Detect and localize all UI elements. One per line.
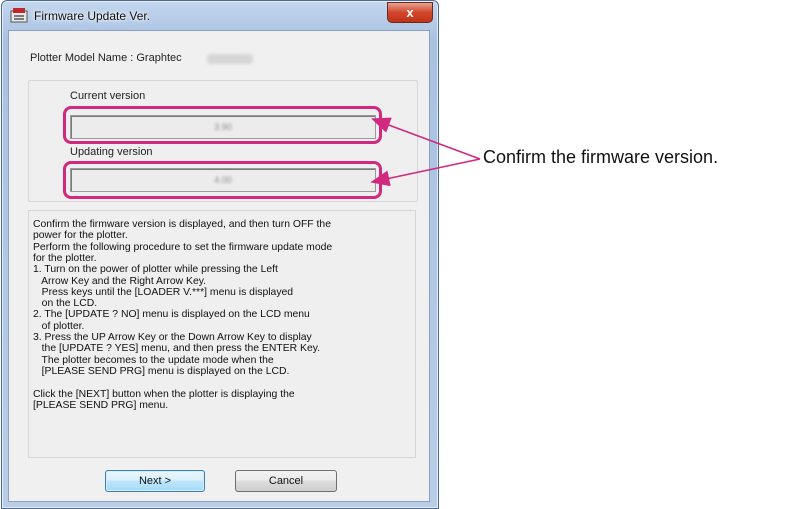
callout-arrow-current bbox=[371, 117, 481, 160]
callout-arrow-updating bbox=[370, 158, 481, 187]
callout-text: Confirm the firmware version. bbox=[483, 147, 719, 167]
callout-arrows bbox=[370, 117, 481, 187]
